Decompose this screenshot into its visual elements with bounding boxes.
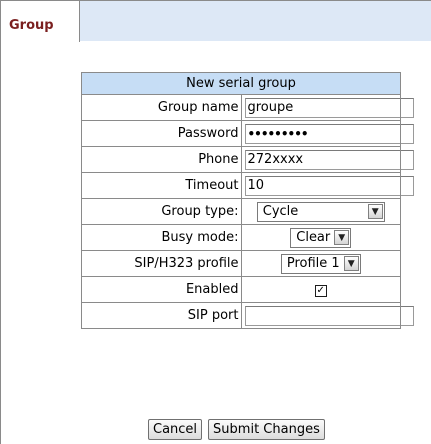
password-label: Password [81,120,242,147]
submit-changes-button[interactable]: Submit Changes [208,419,325,440]
tab-group[interactable]: Group [0,1,80,42]
left-border [0,1,1,444]
phone-input[interactable]: 272xxxx [244,149,414,170]
sip-profile-select[interactable]: Profile 1 ▼ [280,253,361,274]
password-input[interactable]: ••••••••• [244,123,414,144]
enabled-label: Enabled [81,276,242,303]
chevron-down-icon[interactable]: ▼ [367,204,383,219]
form-title: New serial group [81,72,401,95]
phone-label: Phone [81,146,242,173]
sip-port-input[interactable] [244,305,414,326]
group-type-label: Group type: [81,198,242,225]
cancel-button[interactable]: Cancel [148,419,203,440]
busy-mode-label: Busy mode: [81,224,242,251]
form-actions: Cancel Submit Changes [148,419,325,440]
chevron-down-icon[interactable]: ▼ [343,256,359,271]
busy-mode-value: Clear [296,230,331,245]
chevron-down-icon[interactable]: ▼ [334,230,350,245]
enabled-checkbox[interactable]: ✓ [314,285,327,297]
timeout-input[interactable]: 10 [244,175,414,196]
timeout-label: Timeout [81,172,242,199]
group-name-input[interactable]: groupe [244,97,414,118]
group-type-select[interactable]: Cycle ▼ [256,201,385,222]
serial-group-form: New serial group Group name groupe Passw… [81,72,414,329]
sip-profile-label: SIP/H323 profile [81,250,242,277]
group-type-value: Cycle [262,204,299,219]
sip-port-label: SIP port [81,302,242,329]
busy-mode-select[interactable]: Clear ▼ [290,227,352,248]
sip-profile-value: Profile 1 [286,256,340,271]
group-name-label: Group name [81,94,242,121]
